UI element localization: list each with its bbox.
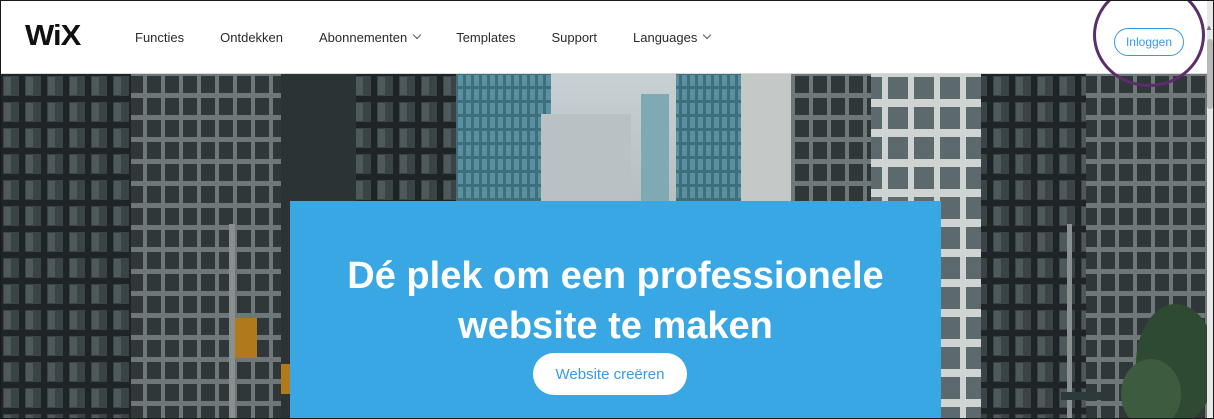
nav-item-label: Ontdekken [220,29,284,45]
nav-item-languages[interactable]: Languages [633,29,712,45]
hero-section: Dé plek om een professionele website te … [1,74,1207,418]
login-button[interactable]: Inloggen [1114,28,1184,56]
browser-viewport: WiX Functies Ontdekken Abonnementen Temp… [0,0,1214,419]
vertical-scrollbar[interactable] [1207,1,1213,418]
scroll-up-arrow-icon[interactable]: ▲ [1205,23,1213,32]
nav-item-label: Support [551,29,597,45]
nav-item-ontdekken[interactable]: Ontdekken [220,30,283,45]
nav-item-label: Languages [633,29,698,45]
nav-item-label: Functies [135,29,185,45]
wix-logo[interactable]: WiX [25,21,81,50]
nav-item-templates[interactable]: Templates [456,30,515,45]
chevron-down-icon [703,30,712,40]
scrollbar-thumb[interactable] [1207,39,1213,109]
nav-item-label: Abonnementen [319,29,408,45]
chevron-down-icon [412,30,422,40]
hero-card: Dé plek om een professionele website te … [290,201,941,418]
nav-item-functies[interactable]: Functies [135,30,184,45]
create-website-button[interactable]: Website creëren [533,353,687,395]
nav-item-support[interactable]: Support [551,30,597,45]
site-header: WiX Functies Ontdekken Abonnementen Temp… [1,1,1213,74]
nav-item-label: Templates [456,29,516,45]
hero-title-line-2: website te maken [458,305,773,347]
hero-title: Dé plek om een professionele website te … [290,251,941,351]
main-nav: Functies Ontdekken Abonnementen Template… [135,1,746,73]
nav-item-abonnementen[interactable]: Abonnementen [319,29,422,45]
hero-title-line-1: Dé plek om een professionele [347,255,884,297]
